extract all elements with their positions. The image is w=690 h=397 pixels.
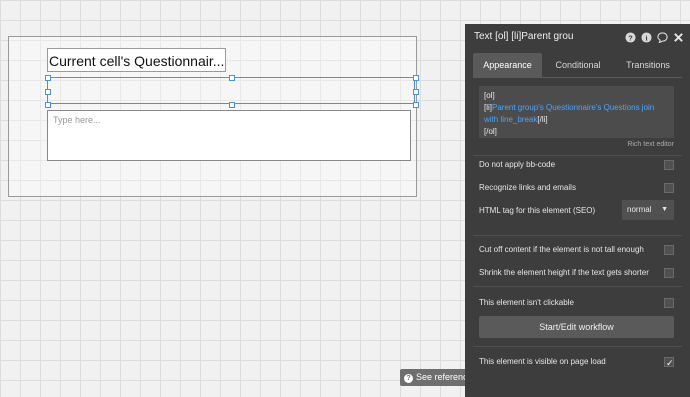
tab-conditional[interactable]: Conditional [545, 53, 611, 77]
divider [473, 155, 682, 156]
content-line: [ol] [484, 91, 495, 100]
tab-appearance[interactable]: Appearance [473, 53, 542, 77]
select-value: normal [627, 205, 652, 214]
option-label: This element is visible on page load [479, 357, 606, 366]
option-label: HTML tag for this element (SEO) [479, 206, 596, 215]
start-edit-workflow-button[interactable]: Start/Edit workflow [479, 316, 674, 338]
resize-handle[interactable] [229, 75, 235, 81]
info-icon[interactable]: i [641, 32, 652, 43]
panel-title: Text [ol] [li]Parent grou [474, 31, 574, 42]
resize-handle[interactable] [413, 89, 419, 95]
visible-checkbox[interactable] [664, 355, 674, 371]
tab-divider [473, 77, 682, 78]
bbcode-checkbox[interactable] [664, 160, 674, 170]
text-content-editor[interactable]: [ol] [li]Parent group's Questionnaire's … [479, 86, 674, 138]
content-suffix: [/li] [537, 115, 548, 124]
content-line: [li]Parent group's Questionnaire's Quest… [484, 102, 669, 126]
option-links: Recognize links and emails [479, 180, 674, 196]
html-tag-select[interactable]: normal ▼ [622, 200, 674, 220]
rich-text-editor-link[interactable]: Rich text editor [627, 141, 674, 148]
divider [473, 286, 682, 287]
selected-text-element[interactable] [47, 77, 415, 104]
resize-handle[interactable] [45, 75, 51, 81]
option-cut-off: Cut off content if the element is not ta… [479, 242, 674, 258]
design-canvas[interactable]: Current cell's Questionnair... Type here… [0, 0, 465, 397]
option-label: Do not apply bb-code [479, 160, 556, 169]
close-icon[interactable] [673, 32, 684, 43]
option-shrink: Shrink the element height if the text ge… [479, 265, 674, 281]
divider [473, 235, 682, 236]
resize-handle[interactable] [45, 89, 51, 95]
help-icon[interactable]: ? [625, 32, 636, 43]
svg-text:?: ? [628, 33, 633, 42]
shrink-checkbox[interactable] [664, 268, 674, 278]
tab-transitions[interactable]: Transitions [613, 53, 683, 77]
option-html-tag: HTML tag for this element (SEO) normal ▼ [479, 200, 674, 220]
option-label: Cut off content if the element is not ta… [479, 245, 644, 254]
multiline-input-element[interactable]: Type here... [47, 110, 411, 161]
dynamic-expression[interactable]: Parent group's Questionnaire's Questions… [484, 103, 654, 124]
links-checkbox[interactable] [664, 183, 674, 193]
option-label: Shrink the element height if the text ge… [479, 268, 649, 277]
comment-icon[interactable] [657, 32, 668, 43]
resize-handle[interactable] [45, 102, 51, 108]
resize-handle[interactable] [229, 102, 235, 108]
option-bbcode: Do not apply bb-code [479, 157, 674, 173]
title-text-element[interactable]: Current cell's Questionnair... [47, 48, 226, 72]
content-prefix: [li] [484, 103, 492, 112]
option-label: This element isn't clickable [479, 298, 574, 307]
chevron-down-icon: ▼ [661, 206, 668, 213]
resize-handle[interactable] [413, 75, 419, 81]
property-editor-panel: Text [ol] [li]Parent grou ? i Appearance… [465, 24, 690, 397]
option-visible: This element is visible on page load [479, 354, 674, 371]
question-icon: ? [404, 374, 413, 383]
cut-off-checkbox[interactable] [664, 245, 674, 255]
option-not-clickable: This element isn't clickable [479, 295, 674, 311]
panel-header: Text [ol] [li]Parent grou ? i [465, 24, 690, 52]
svg-text:i: i [645, 34, 647, 43]
content-line: [/ol] [484, 127, 497, 136]
resize-handle[interactable] [413, 102, 419, 108]
not-clickable-checkbox[interactable] [664, 298, 674, 308]
option-label: Recognize links and emails [479, 183, 576, 192]
divider [473, 346, 682, 347]
